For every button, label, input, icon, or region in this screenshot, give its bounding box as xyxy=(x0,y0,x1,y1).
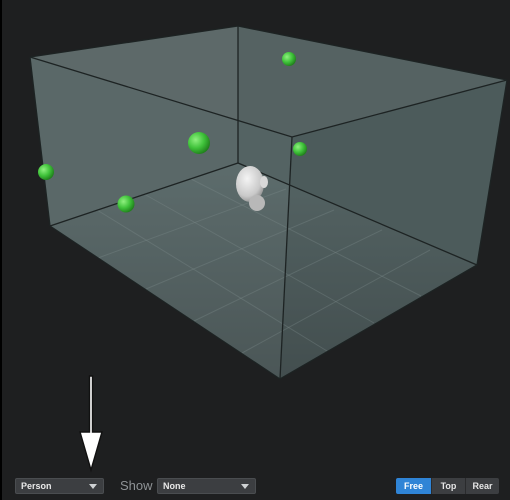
chevron-down-icon xyxy=(241,484,249,489)
sphere-icon[interactable] xyxy=(293,142,307,156)
show-select[interactable]: None xyxy=(157,478,256,494)
3d-viewport[interactable]: Person Show None Free Top Rear xyxy=(0,0,510,500)
view-select[interactable]: Person xyxy=(15,478,104,494)
camera-rear-button[interactable]: Rear xyxy=(465,478,499,494)
show-select-value: None xyxy=(163,481,186,491)
show-label: Show xyxy=(120,478,153,493)
sphere-icon[interactable] xyxy=(188,132,210,154)
camera-free-button[interactable]: Free xyxy=(396,478,431,494)
camera-top-button[interactable]: Top xyxy=(431,478,465,494)
chevron-down-icon xyxy=(89,484,97,489)
sphere-icon[interactable] xyxy=(38,164,54,180)
camera-mode-group: Free Top Rear xyxy=(396,478,499,494)
view-select-value: Person xyxy=(21,481,52,491)
sphere-icon[interactable] xyxy=(117,195,135,213)
down-arrow-icon xyxy=(79,375,103,473)
sphere-icon[interactable] xyxy=(282,52,296,66)
